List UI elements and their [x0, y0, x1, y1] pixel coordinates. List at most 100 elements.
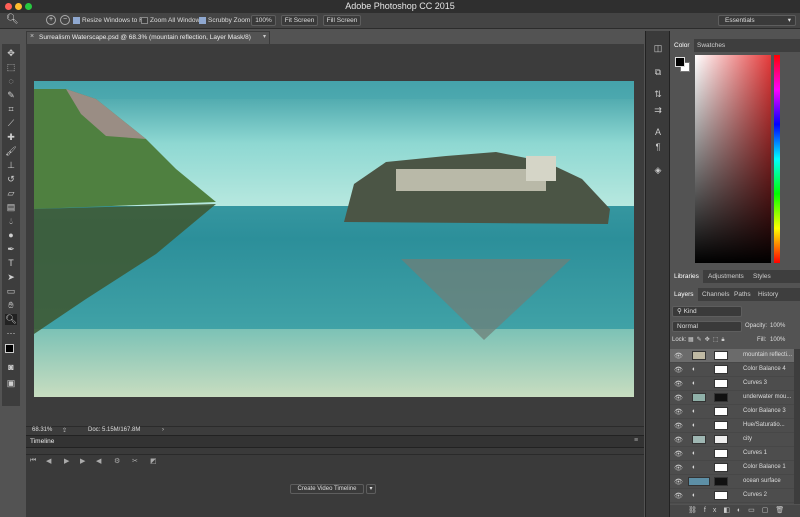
brush-panel-icon[interactable]: ⇉: [652, 105, 664, 115]
close-tab-icon[interactable]: ×: [30, 33, 34, 40]
path-selection-tool-icon[interactable]: ➤: [5, 272, 17, 283]
zoom-tool-icon-active[interactable]: 🔍︎: [5, 314, 17, 325]
next-frame-icon[interactable]: ▶: [80, 457, 85, 465]
layer-row[interactable]: 👁︎ ◐ Curves 3: [670, 377, 794, 391]
canvas-area[interactable]: [26, 44, 644, 426]
lock-icons[interactable]: ▦✎✥⬚🔒︎: [688, 336, 728, 344]
more-tools-icon[interactable]: ⋯: [5, 328, 17, 339]
type-tool-icon[interactable]: T: [5, 258, 17, 269]
eye-icon[interactable]: 👁︎: [674, 394, 683, 402]
pen-tool-icon[interactable]: ✒: [5, 244, 17, 255]
tab-adjustments[interactable]: Adjustments: [704, 270, 748, 283]
gradient-tool-icon[interactable]: ▤: [5, 202, 17, 213]
layer-row[interactable]: 👁︎ ◐ Hue/Saturatio...: [670, 419, 794, 433]
tab-paths[interactable]: Paths: [730, 288, 755, 301]
dodge-tool-icon[interactable]: ●: [5, 230, 17, 241]
layer-row[interactable]: 👁︎ underwater mou...: [670, 391, 794, 405]
color-field[interactable]: [695, 55, 771, 263]
blur-tool-icon[interactable]: 💧︎: [5, 216, 17, 227]
foreground-color-swatch[interactable]: [5, 344, 14, 353]
eye-icon[interactable]: 👁︎: [674, 352, 683, 360]
canvas-image[interactable]: [26, 44, 644, 426]
timeline-options-dropdown[interactable]: ▾: [366, 484, 376, 494]
layer-mask-thumbnail[interactable]: [714, 351, 728, 360]
layer-mask-thumbnail[interactable]: [714, 463, 728, 472]
layer-row[interactable]: 👁︎ city: [670, 433, 794, 447]
zoom-out-icon[interactable]: −: [60, 15, 70, 25]
scrubby-zoom-checkbox[interactable]: [199, 17, 206, 24]
zoom-tool-icon[interactable]: 🔍︎: [6, 14, 19, 25]
eye-icon[interactable]: 👁︎: [674, 422, 683, 430]
settings-icon[interactable]: ⚙: [114, 457, 120, 465]
chevron-right-icon[interactable]: ›: [162, 427, 164, 433]
eraser-tool-icon[interactable]: ▱: [5, 188, 17, 199]
hue-slider[interactable]: [774, 55, 780, 263]
eyedropper-tool-icon[interactable]: ⟋: [5, 118, 17, 129]
layer-actions-bar[interactable]: ⛓fx◧◐▭▢🗑︎: [670, 505, 800, 517]
eye-icon[interactable]: 👁︎: [674, 366, 683, 374]
fill-value[interactable]: 100%: [770, 337, 785, 343]
eye-icon[interactable]: 👁︎: [674, 464, 683, 472]
layer-mask-thumbnail[interactable]: [714, 477, 728, 486]
eye-icon[interactable]: 👁︎: [674, 408, 683, 416]
resize-windows-checkbox[interactable]: [73, 17, 80, 24]
zoom-level[interactable]: 68.31%: [32, 427, 52, 433]
quick-mask-icon[interactable]: ◙: [5, 362, 17, 373]
create-video-timeline-button[interactable]: Create Video Timeline: [290, 484, 364, 494]
hand-tool-icon[interactable]: ✋︎: [5, 300, 17, 311]
character-panel-icon[interactable]: A: [652, 127, 664, 137]
layer-row[interactable]: 👁︎ ◐ Curves 1: [670, 447, 794, 461]
layer-row[interactable]: 👁︎ ◐ Color Balance 1: [670, 461, 794, 475]
layer-filter-select[interactable]: ⚲ Kind: [672, 306, 742, 317]
quick-select-tool-icon[interactable]: ✎: [5, 90, 17, 101]
layer-row[interactable]: 👁︎ ◐ Curves 2: [670, 489, 794, 503]
crop-tool-icon[interactable]: ⌗: [5, 104, 17, 115]
marquee-tool-icon[interactable]: ⬚: [5, 62, 17, 73]
clone-stamp-tool-icon[interactable]: ⊥: [5, 160, 17, 171]
eye-icon[interactable]: 👁︎: [674, 478, 683, 486]
zoom-all-checkbox[interactable]: [141, 17, 148, 24]
properties-panel-icon[interactable]: ⧉: [652, 67, 664, 77]
workspace-select[interactable]: Essentials ▾: [718, 15, 796, 26]
lasso-tool-icon[interactable]: ◌: [5, 76, 17, 87]
layer-mask-thumbnail[interactable]: [714, 449, 728, 458]
play-icon[interactable]: ▶: [64, 457, 69, 465]
tab-libraries[interactable]: Libraries: [670, 270, 703, 283]
move-tool-icon[interactable]: ✥: [5, 48, 17, 59]
history-panel-icon[interactable]: ◫: [652, 43, 664, 53]
zoom-100-button[interactable]: 100%: [251, 15, 276, 26]
paragraph-panel-icon[interactable]: ¶: [652, 142, 664, 152]
fit-screen-button[interactable]: Fit Screen: [281, 15, 318, 26]
rectangle-tool-icon[interactable]: ▭: [5, 286, 17, 297]
zoom-in-icon[interactable]: +: [46, 15, 56, 25]
layer-mask-thumbnail[interactable]: [714, 393, 728, 402]
tab-color[interactable]: Color: [670, 39, 694, 52]
eye-icon[interactable]: 👁︎: [674, 436, 683, 444]
document-tab[interactable]: × Surrealism Waterscape.psd @ 68.3% (mou…: [26, 31, 270, 44]
layer-row[interactable]: 👁︎ mountain reflecti...: [670, 349, 794, 363]
screen-mode-icon[interactable]: ▣: [5, 378, 17, 389]
fill-screen-button[interactable]: Fill Screen: [323, 15, 361, 26]
panel-menu-icon[interactable]: ≡: [634, 437, 638, 444]
layer-row[interactable]: 👁︎ ocean surface: [670, 475, 794, 489]
layer-mask-thumbnail[interactable]: [714, 379, 728, 388]
split-icon[interactable]: ✂: [132, 457, 138, 465]
history-brush-tool-icon[interactable]: ↺: [5, 174, 17, 185]
share-icon[interactable]: ⇪: [62, 427, 67, 434]
brush-tool-icon[interactable]: 🖌︎: [5, 146, 17, 157]
layer-mask-thumbnail[interactable]: [714, 491, 728, 500]
layer-row[interactable]: 👁︎ ◐ Color Balance 3: [670, 405, 794, 419]
blend-mode-select[interactable]: Normal: [672, 321, 742, 332]
go-first-frame-icon[interactable]: ⏮: [30, 457, 36, 465]
transition-icon[interactable]: ◩: [150, 457, 157, 465]
eye-icon[interactable]: 👁︎: [674, 380, 683, 388]
eye-icon[interactable]: 👁︎: [674, 492, 683, 500]
layer-mask-thumbnail[interactable]: [714, 407, 728, 416]
healing-brush-tool-icon[interactable]: ✚: [5, 132, 17, 143]
audio-icon[interactable]: ◀: [96, 457, 101, 465]
adjust-panel-icon[interactable]: ⇅: [652, 89, 664, 99]
eye-icon[interactable]: 👁︎: [674, 450, 683, 458]
opacity-value[interactable]: 100%: [770, 323, 785, 329]
layer-mask-thumbnail[interactable]: [714, 435, 728, 444]
tab-layers[interactable]: Layers: [670, 288, 698, 301]
